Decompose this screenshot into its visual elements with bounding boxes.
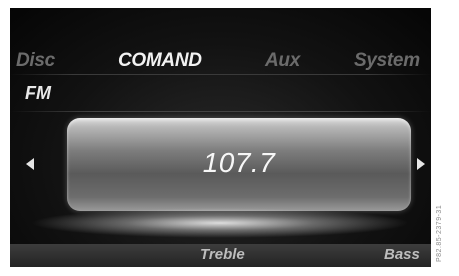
band-label[interactable]: FM	[25, 83, 51, 104]
tab-aux[interactable]: Aux	[265, 50, 300, 72]
band-divider	[10, 111, 431, 112]
bottom-bar: Treble Bass	[10, 244, 431, 267]
frequency-value: 107.7	[202, 147, 276, 178]
frequency-display[interactable]: 107.7	[67, 118, 411, 211]
tab-comand[interactable]: COMAND	[118, 50, 202, 72]
bass-button[interactable]: Bass	[384, 246, 420, 263]
arrow-right-icon[interactable]	[417, 158, 425, 170]
tab-divider	[10, 74, 431, 75]
selection-glow	[30, 208, 410, 238]
arrow-left-icon[interactable]	[26, 158, 34, 170]
radio-screen: Disc COMAND Aux System FM 107.7 Treble B…	[10, 8, 431, 267]
tab-system[interactable]: System	[354, 50, 420, 72]
tab-disc[interactable]: Disc	[16, 50, 55, 72]
treble-button[interactable]: Treble	[200, 246, 245, 263]
image-code: P82.85-2379-31	[436, 204, 443, 262]
